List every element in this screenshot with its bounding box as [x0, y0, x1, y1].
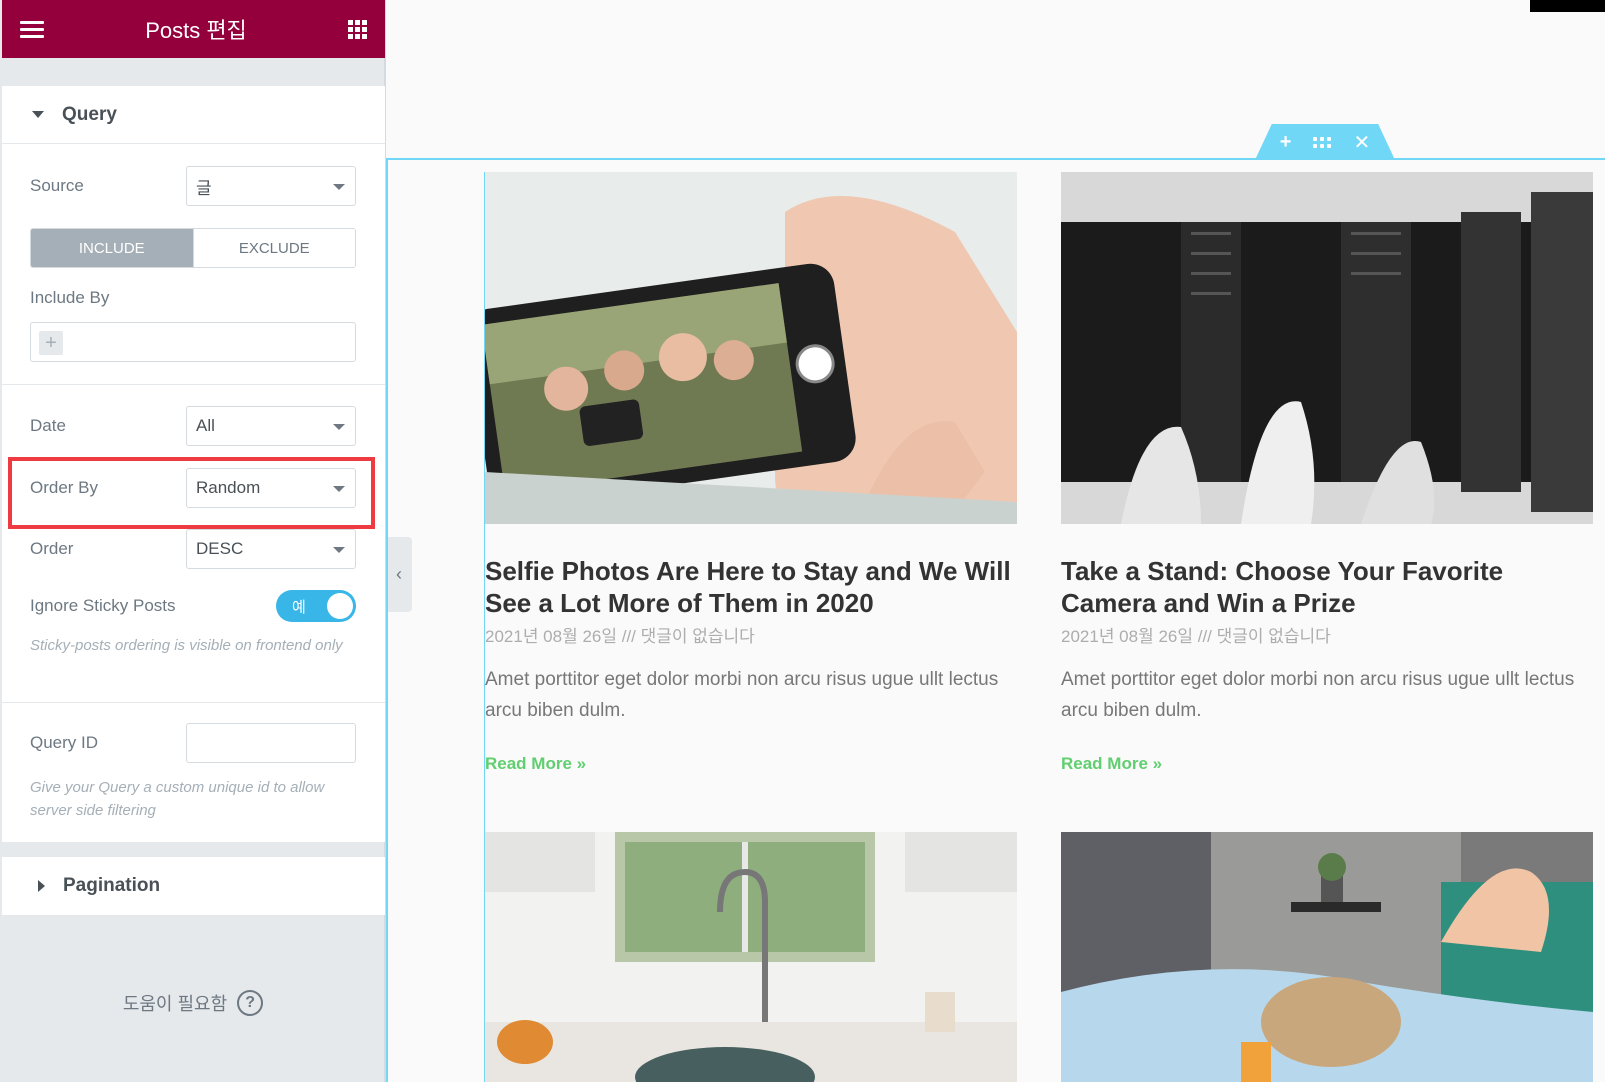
widgets-grid-icon[interactable] — [348, 19, 367, 39]
post-thumbnail-camera[interactable] — [1061, 172, 1593, 524]
sticky-note: Sticky-posts ordering is visible on fron… — [30, 637, 343, 654]
tab-exclude[interactable]: EXCLUDE — [192, 229, 355, 267]
query-id-note: Give your Query a custom unique id to al… — [30, 779, 325, 819]
panel-header: Posts 편집 — [2, 0, 385, 58]
read-more-link-1[interactable]: Read More » — [485, 754, 586, 774]
pagination-heading: Pagination — [63, 875, 161, 896]
caret-right-icon — [38, 880, 45, 892]
help-link[interactable]: 도움이 필요함 ? — [0, 990, 386, 1016]
dropdown-arrow-icon — [333, 424, 345, 430]
query-heading: Query — [62, 103, 117, 125]
query-section-toggle[interactable]: Query — [2, 86, 385, 144]
query-id-label: Query ID — [30, 733, 99, 752]
add-section-icon[interactable]: + — [1280, 131, 1292, 154]
pagination-section: Pagination — [2, 857, 385, 915]
post-thumbnail-selfie[interactable] — [485, 172, 1017, 524]
query-id-input[interactable] — [186, 723, 356, 763]
pagination-section-toggle[interactable]: Pagination — [2, 857, 385, 915]
toggle-knob — [327, 593, 353, 619]
order-by-highlight — [8, 457, 375, 529]
source-label: Source — [30, 176, 84, 195]
post-excerpt-1: Amet porttitor eget dolor morbi non arcu… — [485, 669, 999, 721]
help-text: 도움이 필요함 — [122, 994, 228, 1014]
post-thumbnail-kitchen[interactable] — [485, 832, 1017, 1082]
dropdown-arrow-icon — [333, 184, 345, 190]
date-select[interactable]: All — [186, 406, 356, 446]
help-icon: ? — [237, 990, 264, 1016]
add-icon[interactable]: + — [39, 331, 63, 355]
panel-title: Posts 편집 — [145, 18, 247, 43]
order-select[interactable]: DESC — [186, 529, 356, 569]
post-title-1[interactable]: Selfie Photos Are Here to Stay and We Wi… — [485, 555, 1015, 619]
selfie-photo — [485, 172, 1017, 524]
post-title-2[interactable]: Take a Stand: Choose Your Favorite Camer… — [1061, 555, 1591, 619]
read-more-link-2[interactable]: Read More » — [1061, 754, 1162, 774]
post-excerpt-2: Amet porttitor eget dolor morbi non arcu… — [1061, 669, 1575, 721]
tab-include[interactable]: INCLUDE — [31, 229, 193, 267]
ignore-sticky-toggle[interactable]: 예 — [276, 590, 356, 622]
post-meta-1: 2021년 08월 26일 /// 댓글이 없습니다 — [485, 627, 755, 646]
ignore-sticky-label: Ignore Sticky Posts — [30, 596, 176, 615]
divider — [2, 384, 385, 385]
source-select[interactable]: 글 — [186, 166, 356, 206]
include-by-label: Include By — [30, 288, 110, 307]
include-by-input[interactable]: + — [30, 322, 356, 362]
post-thumbnail-bedroom[interactable] — [1061, 832, 1593, 1082]
kitchen-photo — [485, 832, 1017, 1082]
close-icon[interactable]: ✕ — [1353, 130, 1370, 155]
include-exclude-tabs: INCLUDE EXCLUDE — [30, 228, 356, 268]
menu-icon[interactable] — [20, 17, 44, 42]
toggle-text: 예 — [292, 599, 306, 616]
date-label: Date — [30, 416, 66, 435]
editor-panel: Posts 편집 Query Source 글 INCLUDE EXCLUDE … — [0, 0, 386, 1082]
section-handle: + ✕ — [1255, 124, 1395, 160]
post-meta-2: 2021년 08월 26일 /// 댓글이 없습니다 — [1061, 627, 1331, 646]
date-value: All — [196, 416, 215, 435]
bedroom-photo — [1061, 832, 1593, 1082]
source-value: 글 — [196, 178, 212, 198]
drag-handle-icon[interactable] — [1313, 136, 1332, 148]
camera-photo — [1061, 172, 1593, 524]
order-label: Order — [30, 539, 74, 558]
caret-down-icon — [32, 111, 44, 118]
divider — [2, 702, 385, 703]
dropdown-arrow-icon — [333, 547, 345, 553]
order-value: DESC — [196, 539, 244, 558]
top-bar-fragment — [1530, 0, 1605, 12]
